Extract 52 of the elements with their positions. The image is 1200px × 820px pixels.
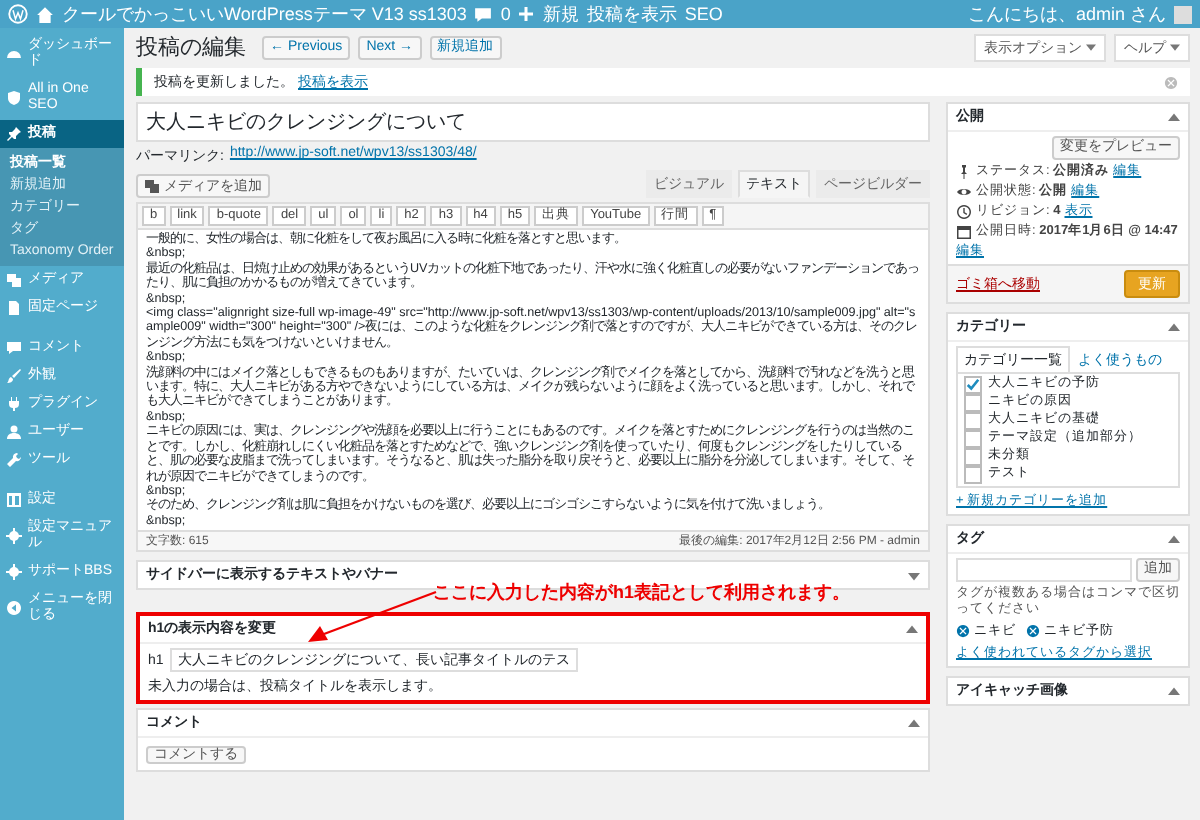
clock-icon xyxy=(956,204,972,220)
dismiss-icon xyxy=(1164,75,1178,89)
checkbox[interactable] xyxy=(964,430,982,448)
seo-menu[interactable]: SEO xyxy=(684,4,723,24)
toggle-icon[interactable] xyxy=(1168,321,1180,333)
dashboard-icon xyxy=(6,46,22,62)
checkbox[interactable] xyxy=(964,412,982,430)
tag-field[interactable] xyxy=(956,558,1132,582)
gear-icon xyxy=(6,564,22,580)
collapse-icon xyxy=(6,600,22,616)
gear-icon xyxy=(6,528,22,544)
toggle-icon[interactable] xyxy=(908,569,920,582)
logo-icon[interactable] xyxy=(8,4,28,24)
shield-icon xyxy=(6,90,22,106)
toggle-icon[interactable] xyxy=(1168,685,1180,697)
site-title[interactable]: クールでかっこいいWordPressテーマ V13 ss1303 xyxy=(62,1,467,27)
media-icon xyxy=(144,178,160,194)
plus-icon xyxy=(518,6,535,22)
new-menu[interactable]: 新規 xyxy=(542,1,579,27)
eye-icon xyxy=(956,184,972,200)
remove-icon xyxy=(956,624,970,638)
toggle-icon[interactable] xyxy=(908,717,920,730)
view-post-link[interactable]: 投稿を表示 xyxy=(586,1,677,27)
remove-icon xyxy=(1026,624,1040,638)
home-icon xyxy=(36,5,54,23)
checkbox[interactable] xyxy=(964,466,982,484)
checkbox[interactable] xyxy=(964,376,982,394)
comment-icon xyxy=(474,5,493,23)
page-heading: 投稿の編集 xyxy=(136,34,246,62)
title-field[interactable]: 大人ニキビのクレンジングについて xyxy=(136,102,930,142)
calendar-icon xyxy=(956,224,972,240)
toggle-icon[interactable] xyxy=(1168,533,1180,545)
toggle-icon[interactable] xyxy=(1168,111,1180,123)
page-icon xyxy=(6,300,22,316)
caret-icon xyxy=(1170,42,1180,52)
comment-count[interactable]: 0 xyxy=(500,4,511,24)
pin-icon xyxy=(956,164,972,180)
media-icon xyxy=(6,272,22,288)
checkbox[interactable] xyxy=(964,448,982,466)
wrench-icon xyxy=(6,452,22,468)
greeting[interactable]: こんにちは、admin さん xyxy=(967,1,1166,27)
annotation-text: ここに入力した内容がh1表記として利用されます。 xyxy=(432,582,850,605)
sliders-icon xyxy=(6,492,22,508)
avatar[interactable] xyxy=(1174,5,1192,23)
toggle-icon[interactable] xyxy=(906,623,918,636)
comment-icon xyxy=(6,340,22,356)
checkbox[interactable] xyxy=(964,394,982,412)
plug-icon xyxy=(6,396,22,412)
caret-icon xyxy=(1086,42,1096,52)
pin-icon xyxy=(6,126,22,142)
user-icon xyxy=(6,424,22,440)
brush-icon xyxy=(6,368,22,384)
